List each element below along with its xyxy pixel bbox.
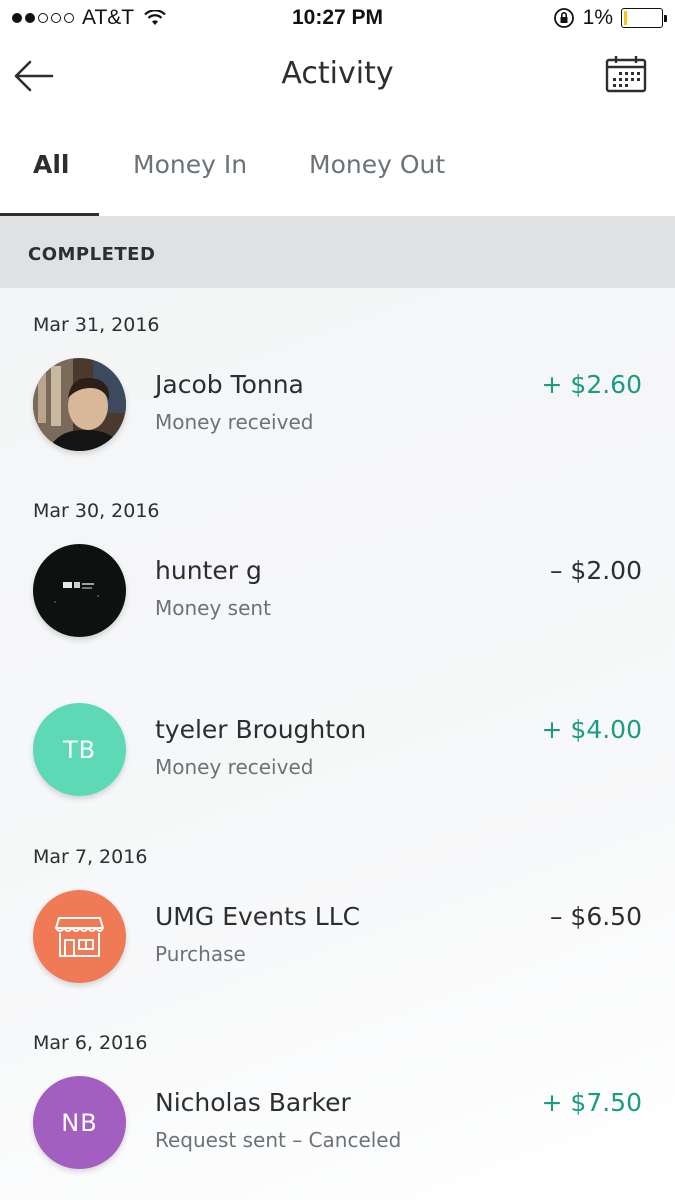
transaction-amount: + $7.50 [541, 1088, 642, 1117]
calendar-icon [605, 56, 647, 93]
transaction-row[interactable]: Jacob Tonna Money received + $2.60 [0, 348, 675, 458]
avatar [33, 890, 126, 983]
avatar [33, 544, 126, 637]
date-label: Mar 6, 2016 [33, 1032, 148, 1054]
date-label: Mar 31, 2016 [33, 314, 160, 336]
contact-name: tyeler Broughton [155, 715, 367, 744]
rotation-lock-icon [553, 8, 574, 28]
transaction-row[interactable]: hunter g Money sent – $2.00 [0, 534, 675, 644]
avatar: TB [33, 703, 126, 796]
transaction-amount: + $2.60 [541, 370, 642, 399]
status-right: 1% [553, 6, 667, 30]
avatar-initials: NB [61, 1108, 98, 1137]
transaction-row[interactable]: NB Nicholas Barker Request sent – Cancel… [0, 1066, 675, 1176]
transaction-status: Money received [155, 755, 314, 779]
store-icon [55, 917, 104, 957]
calendar-button[interactable] [605, 54, 647, 94]
contact-name: Nicholas Barker [155, 1088, 351, 1117]
merchant-name: UMG Events LLC [155, 902, 361, 931]
filter-tabs: All Money In Money Out [0, 118, 675, 216]
tab-all[interactable]: All [33, 150, 70, 179]
transaction-row[interactable]: UMG Events LLC Purchase – $6.50 [0, 880, 675, 990]
date-label: Mar 30, 2016 [33, 500, 160, 522]
transaction-status: Money received [155, 410, 314, 434]
battery-percent: 1% [582, 6, 613, 29]
app-header: Activity [0, 38, 675, 118]
avatar: NB [33, 1076, 126, 1169]
section-label: COMPLETED [28, 244, 156, 265]
transaction-status: Purchase [155, 942, 246, 966]
arrow-left-icon [14, 60, 54, 92]
avatar [33, 358, 126, 451]
transaction-status: Money sent [155, 596, 271, 620]
page-title: Activity [281, 56, 394, 91]
back-button[interactable] [12, 56, 56, 96]
date-label: Mar 7, 2016 [33, 846, 148, 868]
contact-name: hunter g [155, 556, 262, 585]
section-header: COMPLETED [0, 216, 675, 288]
contact-name: Jacob Tonna [155, 370, 304, 399]
tab-money-in[interactable]: Money In [133, 150, 247, 179]
battery-icon [621, 8, 667, 28]
tab-money-out[interactable]: Money Out [309, 150, 445, 179]
transaction-amount: – $2.00 [549, 556, 642, 585]
avatar-initials: TB [62, 735, 97, 764]
transaction-row[interactable]: TB tyeler Broughton Money received + $4.… [0, 693, 675, 803]
transaction-amount: – $6.50 [549, 902, 642, 931]
status-bar: AT&T 10:27 PM 1% [0, 0, 675, 38]
activity-list: Mar 31, 2016 Jacob Tonna Money received … [0, 288, 675, 1200]
transaction-amount: + $4.00 [541, 715, 642, 744]
transaction-status: Request sent – Canceled [155, 1128, 402, 1152]
profile-photo [33, 358, 126, 451]
profile-photo [33, 544, 126, 637]
